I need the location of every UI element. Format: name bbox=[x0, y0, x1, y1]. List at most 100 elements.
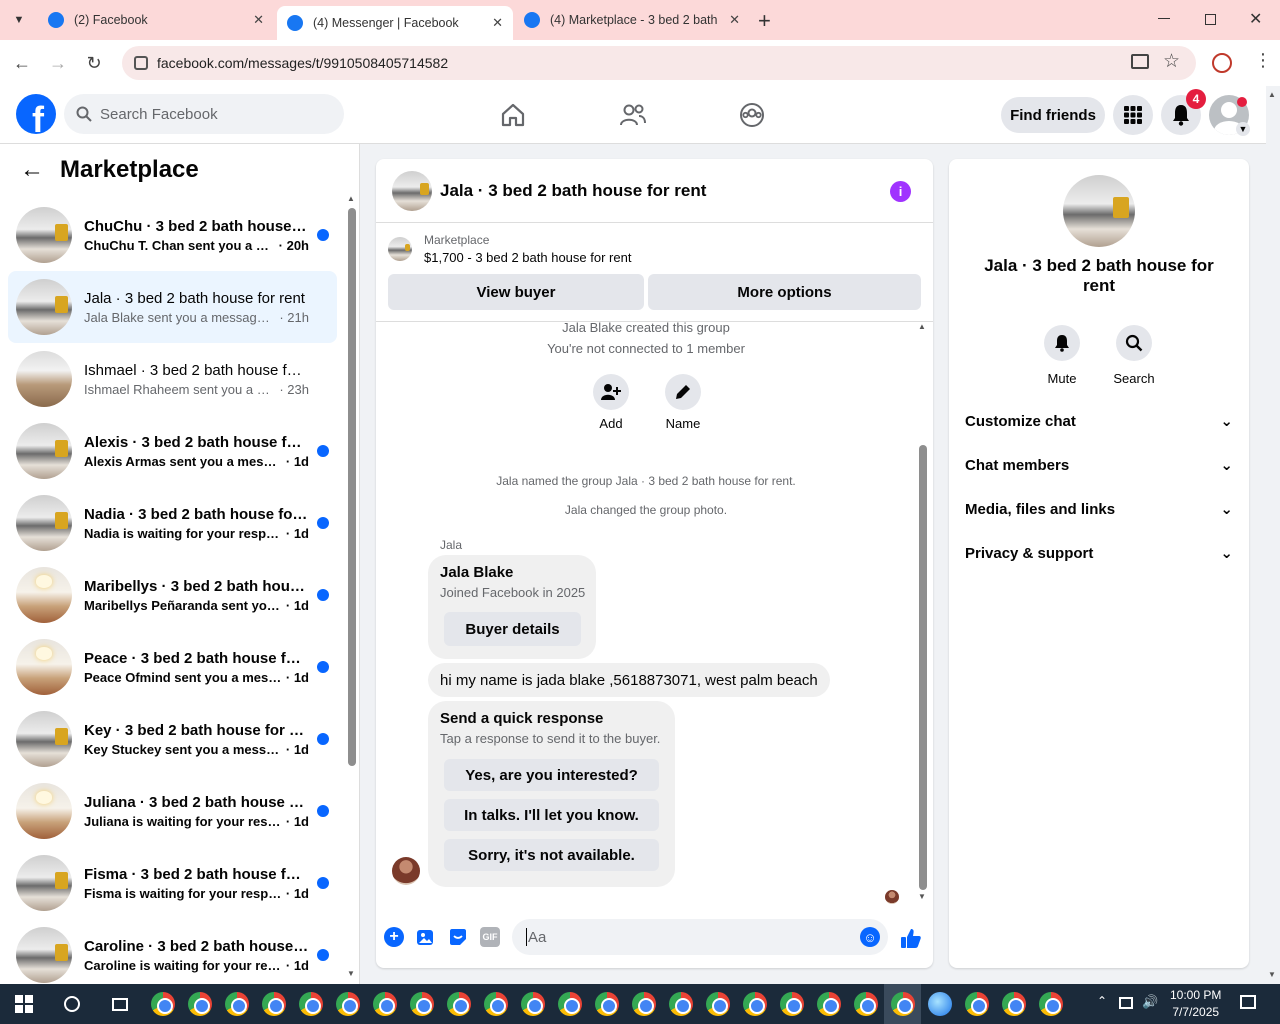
conversation-item[interactable]: Jala · 3 bed 2 bath house for rent Jala B… bbox=[8, 271, 337, 343]
quick-response-not-available-button[interactable]: Sorry, it's not available. bbox=[444, 839, 659, 871]
conversation-item[interactable]: Nadia · 3 bed 2 bath house for rent Nadia… bbox=[8, 487, 337, 559]
conversation-item[interactable]: Maribellys · 3 bed 2 bath house for rent… bbox=[8, 559, 337, 631]
chrome-app-icon[interactable] bbox=[995, 984, 1032, 1024]
friends-icon[interactable] bbox=[616, 98, 650, 132]
conversation-item[interactable]: Peace · 3 bed 2 bath house for rent Peace… bbox=[8, 631, 337, 703]
mute-action[interactable]: Mute bbox=[1032, 325, 1092, 386]
chrome-app-icon[interactable] bbox=[403, 984, 440, 1024]
chrome-app-icon[interactable] bbox=[884, 984, 921, 1024]
photo-gallery-icon[interactable] bbox=[416, 927, 436, 947]
account-dropdown-icon[interactable]: ▼ bbox=[1236, 122, 1250, 136]
page-scroll-up-icon[interactable]: ▲ bbox=[1268, 90, 1276, 99]
quick-response-in-talks-button[interactable]: In talks. I'll let you know. bbox=[444, 799, 659, 831]
chat-title[interactable]: Jala · 3 bed 2 bath house for rent bbox=[440, 181, 706, 201]
customize-chat-section[interactable]: Customize chat ⌄ bbox=[965, 399, 1233, 443]
gif-icon[interactable]: GIF bbox=[480, 927, 500, 947]
chrome-app-icon[interactable] bbox=[551, 984, 588, 1024]
browser-menu-icon[interactable]: ⋮ bbox=[1254, 50, 1272, 71]
back-arrow-icon[interactable]: ← bbox=[20, 156, 44, 184]
site-settings-icon[interactable] bbox=[134, 56, 148, 70]
address-bar[interactable]: facebook.com/messages/t/9910508405714582… bbox=[122, 46, 1196, 80]
chrome-app-icon[interactable] bbox=[958, 984, 995, 1024]
system-clock[interactable]: 10:00 PM 7/7/2025 bbox=[1170, 987, 1221, 1021]
chrome-app-icon[interactable] bbox=[847, 984, 884, 1024]
menu-grid-icon[interactable] bbox=[1113, 95, 1153, 135]
chat-members-section[interactable]: Chat members ⌄ bbox=[965, 443, 1233, 487]
back-arrow-icon[interactable]: ← bbox=[4, 45, 40, 81]
chrome-app-icon[interactable] bbox=[736, 984, 773, 1024]
close-tab-icon[interactable]: ✕ bbox=[729, 12, 740, 28]
buyer-details-button[interactable]: Buyer details bbox=[444, 612, 581, 646]
browser-tab-active[interactable]: (4) Messenger | Facebook ✕ bbox=[277, 6, 513, 40]
media-files-links-section[interactable]: Media, files and links ⌄ bbox=[965, 487, 1233, 531]
conversation-item[interactable]: ChuChu · 3 bed 2 bath house for rent ChuC… bbox=[8, 199, 337, 271]
conversation-item[interactable]: Alexis · 3 bed 2 bath house for rent Alex… bbox=[8, 415, 337, 487]
scroll-up-arrow-icon[interactable]: ▲ bbox=[918, 322, 926, 331]
chrome-app-icon[interactable] bbox=[477, 984, 514, 1024]
view-buyer-button[interactable]: View buyer bbox=[388, 274, 644, 310]
thumbs-up-icon[interactable] bbox=[900, 927, 922, 949]
message-bubble[interactable]: hi my name is jada blake ,5618873071, we… bbox=[428, 663, 830, 697]
browser-tab[interactable]: (4) Marketplace - 3 bed 2 bath ✕ bbox=[514, 0, 750, 40]
sender-avatar[interactable] bbox=[392, 857, 420, 885]
message-thread-scrollbar[interactable] bbox=[919, 445, 927, 890]
conversation-list-scrollbar[interactable] bbox=[348, 208, 356, 766]
quick-response-yes-button[interactable]: Yes, are you interested? bbox=[444, 759, 659, 791]
chrome-app-icon[interactable] bbox=[181, 984, 218, 1024]
network-icon[interactable] bbox=[1119, 997, 1133, 1009]
chrome-app-icon[interactable] bbox=[255, 984, 292, 1024]
chrome-app-icon[interactable] bbox=[144, 984, 181, 1024]
name-group-action[interactable]: Name bbox=[653, 374, 713, 431]
scroll-down-arrow-icon[interactable]: ▼ bbox=[347, 969, 355, 978]
home-icon[interactable] bbox=[496, 98, 530, 132]
conversation-item[interactable]: Ishmael · 3 bed 2 bath house for rent Ish… bbox=[8, 343, 337, 415]
windows-start-icon[interactable] bbox=[0, 984, 48, 1024]
chrome-app-icon[interactable] bbox=[366, 984, 403, 1024]
minimize-icon[interactable] bbox=[1158, 18, 1170, 19]
restore-icon[interactable] bbox=[1205, 14, 1216, 25]
install-app-icon[interactable] bbox=[1131, 54, 1149, 69]
conversation-item[interactable]: Caroline · 3 bed 2 bath house for rent Ca… bbox=[8, 919, 337, 984]
emoji-icon[interactable]: ☺ bbox=[860, 927, 880, 947]
scroll-up-arrow-icon[interactable]: ▲ bbox=[347, 194, 355, 203]
facebook-logo[interactable]: f bbox=[16, 94, 56, 134]
privacy-support-section[interactable]: Privacy & support ⌄ bbox=[965, 531, 1233, 575]
group-avatar[interactable] bbox=[392, 170, 432, 211]
chrome-app-icon[interactable] bbox=[699, 984, 736, 1024]
plus-circle-icon[interactable]: + bbox=[384, 927, 404, 947]
task-view-icon[interactable] bbox=[96, 984, 144, 1024]
tab-search-button[interactable]: ▼ bbox=[8, 10, 30, 30]
chrome-app-icon[interactable] bbox=[625, 984, 662, 1024]
action-center-icon[interactable] bbox=[1240, 995, 1256, 1009]
chrome-app-icon[interactable] bbox=[329, 984, 366, 1024]
reload-icon[interactable]: ↻ bbox=[76, 45, 112, 81]
chrome-app-icon[interactable] bbox=[218, 984, 255, 1024]
conversation-item[interactable]: Fisma · 3 bed 2 bath house for rent Fisma… bbox=[8, 847, 337, 919]
info-icon[interactable]: i bbox=[890, 181, 911, 202]
volume-icon[interactable]: 🔊 bbox=[1142, 994, 1158, 1010]
groups-icon[interactable] bbox=[735, 98, 769, 132]
new-tab-icon[interactable]: + bbox=[758, 8, 771, 34]
cortana-search-icon[interactable] bbox=[48, 984, 96, 1024]
close-tab-icon[interactable]: ✕ bbox=[492, 15, 503, 31]
conversation-item[interactable]: Juliana · 3 bed 2 bath house for rent Jul… bbox=[8, 775, 337, 847]
chrome-app-icon[interactable] bbox=[773, 984, 810, 1024]
scroll-down-arrow-icon[interactable]: ▼ bbox=[918, 892, 926, 901]
more-options-button[interactable]: More options bbox=[648, 274, 921, 310]
window-close-icon[interactable]: ✕ bbox=[1249, 9, 1262, 29]
message-input[interactable]: Aa ☺ bbox=[512, 919, 888, 955]
edge-app-icon[interactable] bbox=[921, 984, 958, 1024]
add-member-action[interactable]: Add bbox=[581, 374, 641, 431]
find-friends-button[interactable]: Find friends bbox=[1001, 97, 1105, 133]
listing-banner[interactable]: Marketplace $1,700 - 3 bed 2 bath house … bbox=[388, 233, 631, 265]
chrome-app-icon[interactable] bbox=[1032, 984, 1069, 1024]
chrome-app-icon[interactable] bbox=[810, 984, 847, 1024]
system-tray-chevron-icon[interactable]: ⌃ bbox=[1097, 994, 1107, 1008]
facebook-search-input[interactable]: Search Facebook bbox=[64, 94, 344, 134]
sticker-icon[interactable] bbox=[448, 927, 468, 947]
profile-icon[interactable] bbox=[1212, 53, 1232, 73]
browser-tab[interactable]: (2) Facebook ✕ bbox=[38, 0, 274, 40]
chrome-app-icon[interactable] bbox=[662, 984, 699, 1024]
chrome-app-icon[interactable] bbox=[514, 984, 551, 1024]
bookmark-star-icon[interactable]: ☆ bbox=[1163, 50, 1180, 73]
